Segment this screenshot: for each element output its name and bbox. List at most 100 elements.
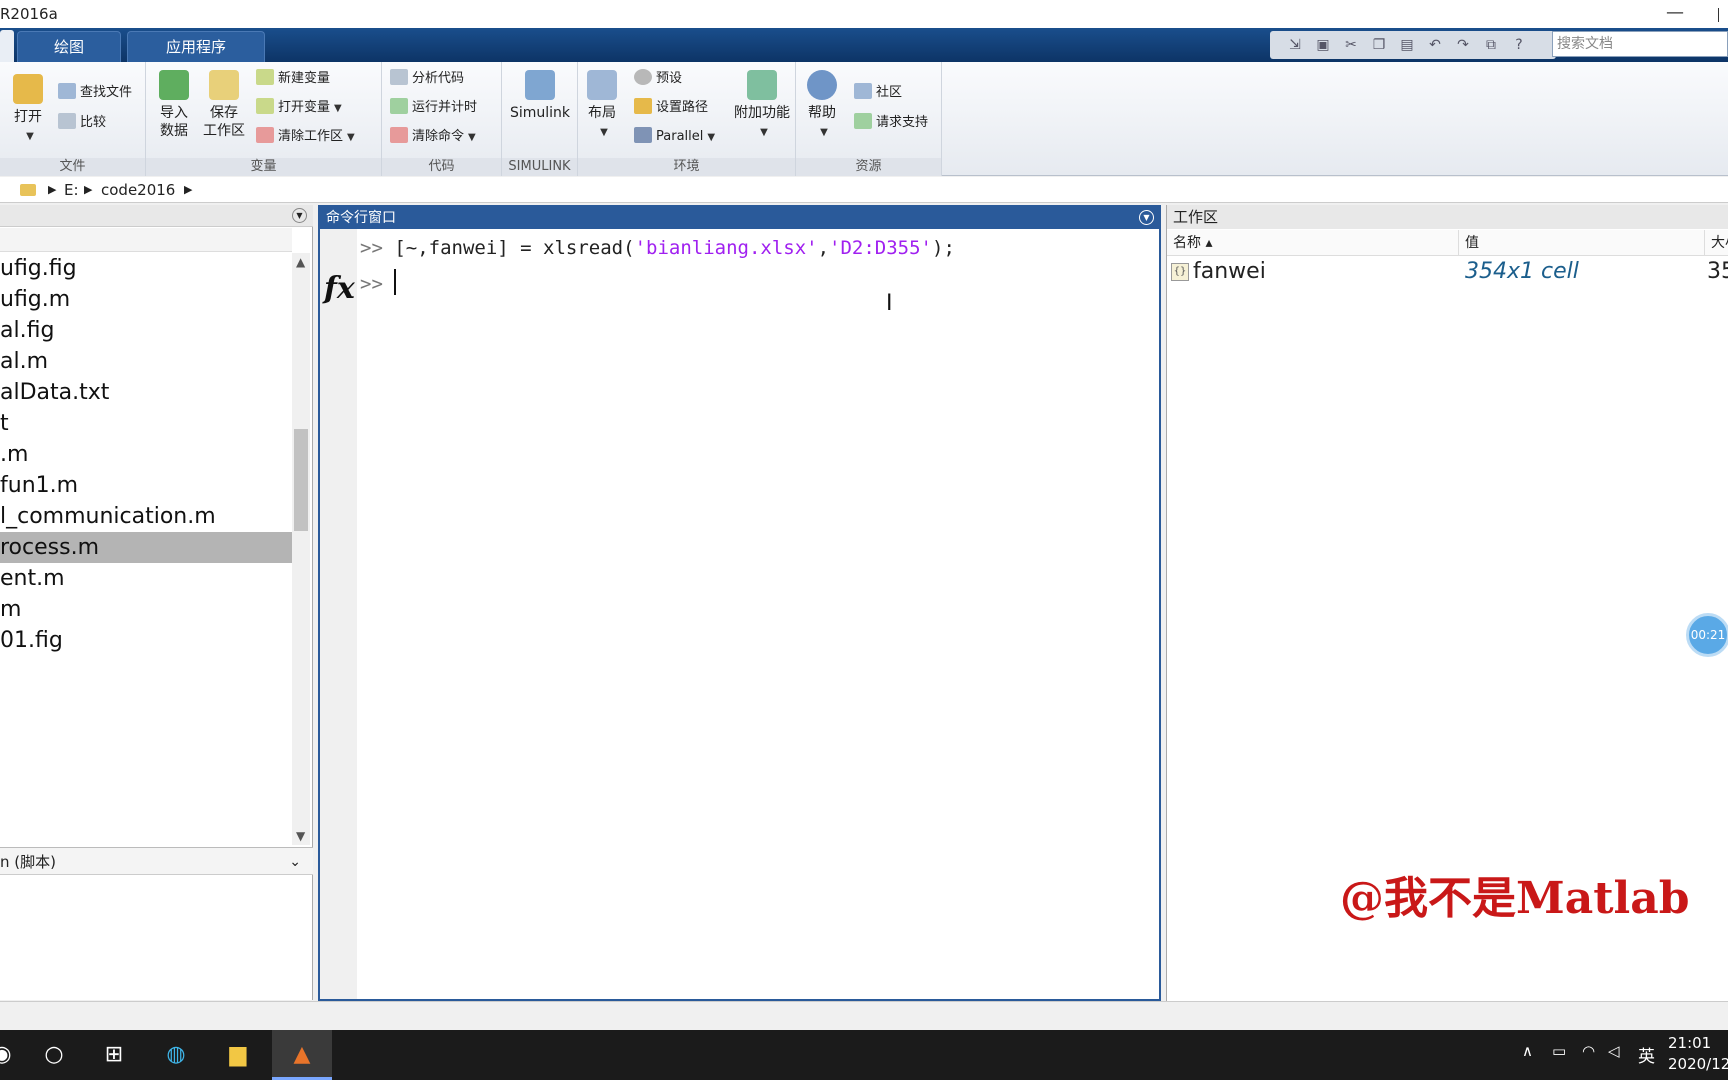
cortana-icon[interactable]: ○: [38, 1040, 70, 1070]
ribbon-section-resources: 帮助 ▼ 社区 请求支持 资源: [796, 62, 942, 176]
file-item[interactable]: .m: [0, 439, 292, 470]
search-docs-input[interactable]: 搜索文档: [1552, 31, 1728, 57]
help-button[interactable]: 帮助 ▼: [804, 70, 840, 142]
simulink-icon: [525, 70, 555, 100]
layout-button[interactable]: 布局 ▼: [584, 70, 620, 142]
minimize-button[interactable]: —: [1666, 2, 1684, 23]
volume-icon[interactable]: ◁: [1608, 1042, 1620, 1060]
breadcrumb-drive[interactable]: E:: [64, 177, 79, 203]
column-name[interactable]: 名称 ▴: [1167, 230, 1459, 256]
start-icon[interactable]: ◉: [0, 1040, 18, 1070]
file-list-scrollbar[interactable]: ▲ ▼: [292, 253, 310, 845]
timer-icon: [390, 98, 408, 114]
file-item[interactable]: fun1.m: [0, 470, 292, 501]
command-input-line[interactable]: >>: [360, 269, 397, 295]
file-item[interactable]: al.fig: [0, 315, 292, 346]
file-details-bar[interactable]: n (脚本) ⌄: [0, 847, 313, 875]
wifi-icon[interactable]: ◠: [1582, 1042, 1595, 1060]
new-variable-icon: [256, 69, 274, 85]
open-button[interactable]: 打开 ▼: [10, 74, 46, 146]
tab-plots[interactable]: 绘图: [17, 31, 121, 62]
clear-commands-button[interactable]: 清除命令 ▼: [390, 126, 476, 148]
command-window[interactable]: 命令行窗口 ▼ fx >> [~,fanwei] = xlsread('bian…: [318, 205, 1161, 1001]
breadcrumb-folder[interactable]: code2016: [101, 177, 175, 203]
task-view-icon[interactable]: ⊞: [98, 1040, 130, 1070]
section-label-variable: 变量: [146, 158, 381, 176]
file-item[interactable]: rocess.m: [0, 532, 292, 563]
current-folder-panel: ▼ ufig.fig ufig.m al.fig al.m alData.txt t .m f…: [0, 205, 313, 1000]
edge-icon[interactable]: ◍: [160, 1040, 192, 1070]
clock-date: 2020/12: [1668, 1055, 1728, 1073]
function-browser-icon[interactable]: fx: [324, 271, 355, 306]
copy-icon[interactable]: ❐: [1368, 35, 1390, 55]
title-bar: R2016a —: [0, 0, 1728, 28]
scroll-up-icon[interactable]: ▲: [296, 255, 305, 269]
status-bar: [0, 1001, 1728, 1030]
variable-size: 354: [1707, 259, 1728, 284]
save-icon[interactable]: ▣: [1312, 35, 1334, 55]
clear-workspace-button[interactable]: 清除工作区 ▼: [256, 126, 355, 148]
set-path-button[interactable]: 设置路径: [634, 97, 708, 119]
panel-menu-icon[interactable]: ▼: [1139, 210, 1154, 225]
community-button[interactable]: 社区: [854, 82, 902, 104]
chevron-down-icon: ▼: [707, 132, 716, 143]
parallel-button[interactable]: Parallel ▼: [634, 126, 715, 148]
file-details-text: n (脚本): [0, 853, 56, 871]
column-value[interactable]: 值: [1459, 230, 1705, 256]
paste-icon[interactable]: ▤: [1396, 35, 1418, 55]
shortcut-icon[interactable]: ⇲: [1284, 35, 1306, 55]
import-data-button[interactable]: 导入 数据: [154, 70, 194, 140]
chevron-right-icon[interactable]: ▶: [84, 177, 92, 203]
find-files-button[interactable]: 查找文件: [58, 82, 132, 104]
request-support-button[interactable]: 请求支持: [854, 112, 928, 134]
scroll-thumb[interactable]: [294, 429, 308, 531]
redo-icon[interactable]: ↷: [1452, 35, 1474, 55]
add-ons-button[interactable]: 附加功能 ▼: [732, 70, 792, 142]
support-icon: [854, 113, 872, 129]
file-item[interactable]: 01.fig: [0, 625, 292, 656]
run-and-time-button[interactable]: 运行并计时: [390, 97, 477, 119]
preferences-button[interactable]: 预设: [634, 68, 682, 90]
chevron-down-icon[interactable]: ⌄: [289, 848, 301, 876]
save-workspace-icon: [209, 70, 239, 100]
panel-menu-icon[interactable]: ▼: [292, 208, 307, 223]
file-item[interactable]: m: [0, 594, 292, 625]
file-item[interactable]: alData.txt: [0, 377, 292, 408]
tray-overflow-icon[interactable]: ∧: [1522, 1042, 1533, 1060]
file-item[interactable]: t: [0, 408, 292, 439]
file-explorer-icon[interactable]: ▆: [222, 1040, 254, 1070]
file-item[interactable]: l_communication.m: [0, 501, 292, 532]
file-item[interactable]: ufig.fig: [0, 253, 292, 284]
chevron-right-icon[interactable]: ▶: [48, 177, 56, 203]
file-item[interactable]: al.m: [0, 346, 292, 377]
compare-button[interactable]: 比较: [58, 112, 106, 134]
current-folder-address-bar[interactable]: ▶ E: ▶ code2016 ▶: [0, 177, 1728, 203]
chevron-right-icon[interactable]: ▶: [184, 177, 192, 203]
file-item[interactable]: ent.m: [0, 563, 292, 594]
analyze-code-button[interactable]: 分析代码: [390, 68, 464, 90]
clock[interactable]: 21:01 2020/12: [1668, 1033, 1728, 1075]
new-variable-button[interactable]: 新建变量: [256, 68, 330, 90]
ime-indicator[interactable]: 英: [1638, 1042, 1655, 1067]
parallel-icon: [634, 127, 652, 143]
help-icon[interactable]: ?: [1508, 35, 1530, 55]
undo-icon[interactable]: ↶: [1424, 35, 1446, 55]
command-window-title: 命令行窗口: [326, 210, 396, 226]
scroll-down-icon[interactable]: ▼: [296, 829, 305, 843]
open-variable-button[interactable]: 打开变量 ▼: [256, 97, 342, 119]
switch-window-icon[interactable]: ⧉: [1480, 35, 1502, 55]
battery-icon[interactable]: ▭: [1552, 1042, 1566, 1060]
tab-home[interactable]: [0, 30, 14, 62]
column-header[interactable]: [0, 228, 292, 252]
recording-timer-badge[interactable]: 00:21: [1686, 613, 1728, 657]
cell-array-icon: {}: [1171, 263, 1189, 281]
folder-path-icon: [634, 98, 652, 114]
simulink-button[interactable]: Simulink: [508, 70, 572, 122]
column-size[interactable]: 大小: [1705, 230, 1728, 256]
cut-icon[interactable]: ✂: [1340, 35, 1362, 55]
file-item[interactable]: ufig.m: [0, 284, 292, 315]
workspace-row[interactable]: {} fanwei 354x1 cell 354: [1167, 257, 1728, 287]
maximize-button[interactable]: [1718, 8, 1728, 22]
tab-apps[interactable]: 应用程序: [127, 31, 265, 62]
save-workspace-button[interactable]: 保存 工作区: [200, 70, 248, 140]
